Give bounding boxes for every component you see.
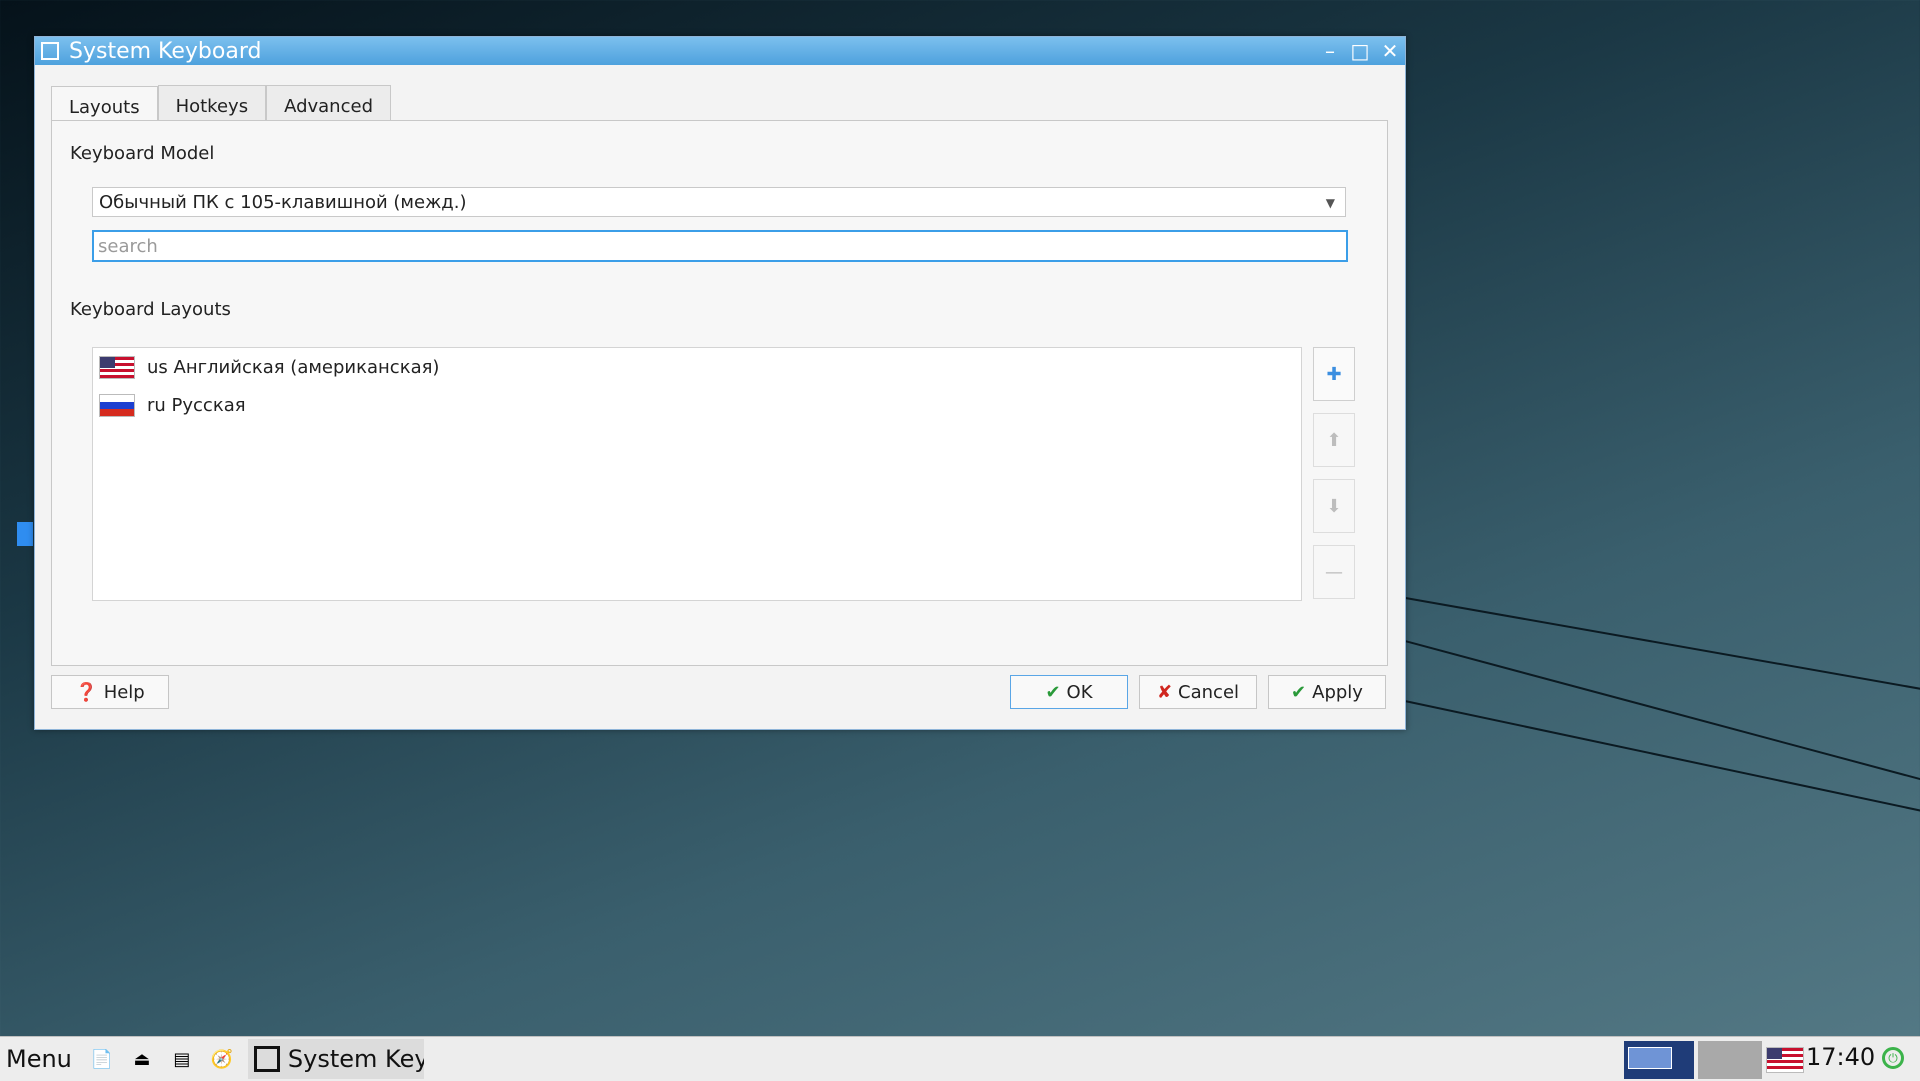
arrow-up-icon: ⬆ <box>1326 429 1342 451</box>
ok-icon: ✔ <box>1045 681 1061 703</box>
ru-flag-icon <box>99 393 135 417</box>
system-keyboard-window: System Keyboard – □ ✕ Layouts Hotkeys Ad… <box>34 36 1406 730</box>
browser-icon[interactable]: 🧭 <box>208 1045 236 1073</box>
cancel-icon: ✘ <box>1156 681 1173 703</box>
cancel-button[interactable]: ✘ Cancel <box>1139 675 1257 709</box>
power-icon[interactable]: ⏻ <box>1882 1047 1904 1069</box>
ok-button[interactable]: ✔ OK <box>1010 675 1128 709</box>
keyboard-model-value: Обычный ПК с 105-клавишной (межд.) <box>99 192 467 213</box>
search-input[interactable] <box>92 230 1348 262</box>
maximize-button[interactable]: □ <box>1345 39 1375 63</box>
window-icon <box>253 1046 280 1072</box>
current-workspace[interactable] <box>1628 1047 1672 1069</box>
window-titlebar[interactable]: System Keyboard – □ ✕ <box>35 37 1405 65</box>
help-button[interactable]: ❓ Help <box>51 675 169 709</box>
us-flag-icon <box>99 355 135 379</box>
desktop-marker <box>17 522 33 546</box>
tab-hotkeys[interactable]: Hotkeys <box>157 85 267 125</box>
taskbar: Menu 📄 ⏏ ▤ 🧭 System Keyb 17:40 ⏻ <box>0 1036 1920 1081</box>
window-icon <box>41 42 59 60</box>
workspace-pager[interactable] <box>1624 1041 1694 1079</box>
layouts-panel: Keyboard Model Обычный ПК с 105-клавишно… <box>51 120 1388 666</box>
minimize-button[interactable]: – <box>1315 39 1345 63</box>
apply-label: Apply <box>1312 681 1363 703</box>
keyboard-model-select[interactable]: Обычный ПК с 105-клавишной (межд.) ▼ <box>92 187 1346 217</box>
layout-label: ru Русская <box>147 394 246 416</box>
terminal-icon[interactable]: ▤ <box>168 1045 196 1073</box>
background-wire <box>1404 640 1920 787</box>
background-wire <box>1399 596 1920 696</box>
us-flag-icon[interactable] <box>1766 1047 1804 1073</box>
plus-icon: ✚ <box>1326 363 1342 385</box>
ok-label: OK <box>1066 681 1093 703</box>
help-icon: ❓ <box>75 681 98 703</box>
tab-bar: Layouts Hotkeys Advanced <box>51 85 391 126</box>
list-item[interactable]: us Английская (американская) <box>93 348 1301 386</box>
add-layout-button[interactable]: ✚ <box>1313 347 1355 401</box>
apply-icon: ✔ <box>1291 681 1307 703</box>
layout-list[interactable]: us Английская (американская) ru Русская <box>92 347 1302 601</box>
file-manager-icon[interactable]: 📄 <box>88 1045 116 1073</box>
close-button[interactable]: ✕ <box>1375 39 1405 63</box>
move-down-button[interactable]: ⬇ <box>1313 479 1355 533</box>
chevron-down-icon: ▼ <box>1325 196 1335 210</box>
keyboard-model-label: Keyboard Model <box>70 143 215 164</box>
window-title: System Keyboard <box>69 38 262 64</box>
help-label: Help <box>103 681 145 703</box>
remove-layout-button[interactable]: — <box>1313 545 1355 599</box>
cancel-label: Cancel <box>1178 681 1240 703</box>
eject-icon[interactable]: ⏏ <box>128 1045 156 1073</box>
layout-label: us Английская (американская) <box>147 356 440 378</box>
taskbar-window-item[interactable]: System Keyb <box>247 1039 424 1079</box>
keyboard-layouts-label: Keyboard Layouts <box>70 299 231 320</box>
tab-advanced[interactable]: Advanced <box>266 85 391 125</box>
taskbar-window-label: System Keyb <box>287 1045 424 1073</box>
list-item[interactable]: ru Русская <box>93 386 1301 424</box>
minus-icon: — <box>1325 561 1343 583</box>
arrow-down-icon: ⬇ <box>1326 495 1342 517</box>
move-up-button[interactable]: ⬆ <box>1313 413 1355 467</box>
clock[interactable]: 17:40 <box>1806 1043 1875 1071</box>
apply-button[interactable]: ✔ Apply <box>1268 675 1386 709</box>
workspace-pager-secondary[interactable] <box>1698 1041 1762 1079</box>
menu-button[interactable]: Menu <box>0 1045 82 1073</box>
